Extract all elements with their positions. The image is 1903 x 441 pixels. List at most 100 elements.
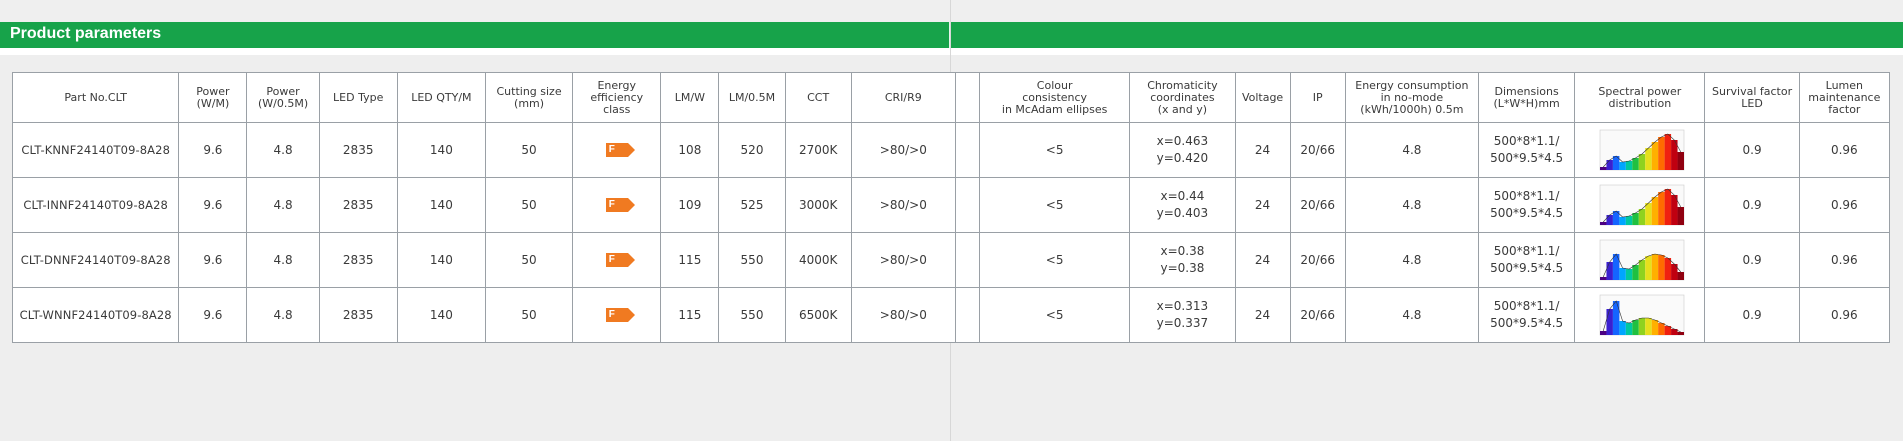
lm-per-w-cell: 109 (660, 177, 720, 233)
spectrum-band (1638, 154, 1646, 170)
spectrum-band (1657, 137, 1665, 170)
table-header-row: Part No.CLT Power (W/M) Power (W/0.5M) LED … (11, 72, 1891, 123)
header-cri-r9: CRI/R9 (850, 72, 956, 123)
header-chromaticity: Chromaticity coordinates (x and y) (1129, 72, 1236, 123)
chromaticity-cell: x=0.463 y=0.420 (1129, 122, 1236, 178)
power-per-half-m-cell: 4.8 (246, 232, 320, 288)
lumen-maintenance-cell: 0.96 (1798, 177, 1891, 233)
header-spectral-distribution: Spectral power distribution (1574, 72, 1706, 123)
spectrum-band (1677, 152, 1684, 170)
spectrum-band (1677, 332, 1684, 335)
header-lm-per-w: LM/W (660, 72, 720, 123)
energy-class-badge: F (605, 198, 635, 212)
spectrum-band (1632, 213, 1639, 225)
energy-consumption-cell: 4.8 (1344, 232, 1480, 288)
spectral-distribution-cell (1574, 122, 1706, 178)
power-per-half-m-cell: 4.8 (246, 177, 320, 233)
power-per-m-cell: 9.6 (178, 232, 248, 288)
spectrum-chart-warm (1599, 184, 1685, 226)
spectrum-band (1619, 162, 1626, 170)
spectrum-band (1632, 265, 1639, 280)
energy-class-cell: F (572, 232, 662, 288)
survival-factor-cell: 0.9 (1704, 287, 1800, 343)
spectrum-band (1657, 255, 1665, 280)
spectrum-band (1638, 209, 1646, 225)
lm-per-w-cell: 115 (660, 287, 720, 343)
spectrum-band (1619, 268, 1626, 280)
spectrum-band (1599, 167, 1607, 170)
spectrum-band (1638, 260, 1646, 280)
led-qty-cell: 140 (396, 122, 486, 178)
energy-class-cell: F (572, 287, 662, 343)
spectrum-band (1599, 277, 1607, 280)
dimensions-cell: 500*8*1.1/ 500*9.5*4.5 (1478, 122, 1576, 178)
spectrum-band (1606, 309, 1613, 335)
spectrum-band (1651, 254, 1658, 280)
spectrum-band (1599, 331, 1607, 335)
lm-per-w-cell: 108 (660, 122, 720, 178)
power-per-m-cell: 9.6 (178, 122, 248, 178)
energy-class-cell: F (572, 122, 662, 178)
mcadam-cell: <5 (978, 122, 1131, 178)
led-qty-cell: 140 (396, 232, 486, 288)
header-power-per-m: Power (W/M) (178, 72, 248, 123)
cct-cell: 4000K (784, 232, 852, 288)
product-parameters-table: Part No.CLT Power (W/M) Power (W/0.5M) LED … (11, 72, 1891, 343)
table-row: CLT-DNNF24140T09-8A28 9.6 4.8 2835 140 50 F 115… (11, 232, 1891, 288)
cri-r9-cell: >80/>0 (850, 287, 956, 343)
chromaticity-cell: x=0.313 y=0.337 (1129, 287, 1236, 343)
ip-cell: 20/66 (1289, 177, 1346, 233)
cct-cell: 6500K (784, 287, 852, 343)
mcadam-cell: <5 (978, 287, 1131, 343)
spectrum-band (1612, 301, 1620, 335)
spectrum-band (1657, 323, 1665, 335)
dimensions-cell: 500*8*1.1/ 500*9.5*4.5 (1478, 287, 1576, 343)
spectrum-band (1664, 134, 1671, 170)
header-voltage: Voltage (1234, 72, 1291, 123)
header-fold-gap (954, 72, 980, 123)
spectrum-band (1651, 197, 1658, 225)
power-per-m-cell: 9.6 (178, 177, 248, 233)
top-strip (0, 0, 1903, 22)
lm-per-w-cell: 115 (660, 232, 720, 288)
spectrum-band (1625, 323, 1633, 335)
voltage-cell: 24 (1234, 287, 1291, 343)
voltage-cell: 24 (1234, 232, 1291, 288)
spectrum-band (1651, 142, 1658, 170)
header-power-per-half-m: Power (W/0.5M) (246, 72, 320, 123)
voltage-cell: 24 (1234, 177, 1291, 233)
survival-factor-cell: 0.9 (1704, 122, 1800, 178)
spectrum-band (1625, 161, 1633, 170)
energy-class-label: F (608, 144, 615, 155)
energy-class-badge: F (605, 143, 635, 157)
spectrum-band (1677, 207, 1684, 225)
spectrum-chart-cool (1599, 294, 1685, 336)
spectrum-chart-neutral (1599, 239, 1685, 281)
led-type-cell: 2835 (318, 122, 398, 178)
power-per-half-m-cell: 4.8 (246, 287, 320, 343)
spectrum-band (1619, 217, 1626, 225)
energy-consumption-cell: 4.8 (1344, 287, 1480, 343)
header-led-qty: LED QTY/M (396, 72, 486, 123)
energy-consumption-cell: 4.8 (1344, 122, 1480, 178)
spectrum-band (1606, 262, 1613, 280)
lm-per-half-m-cell: 550 (718, 287, 786, 343)
energy-class-cell: F (572, 177, 662, 233)
led-type-cell: 2835 (318, 287, 398, 343)
lm-per-half-m-cell: 525 (718, 177, 786, 233)
cct-cell: 3000K (784, 177, 852, 233)
cutting-size-cell: 50 (484, 287, 574, 343)
header-cct: CCT (784, 72, 852, 123)
header-survival-factor: Survival factor LED (1704, 72, 1800, 123)
led-qty-cell: 140 (396, 287, 486, 343)
chromaticity-cell: x=0.44 y=0.403 (1129, 177, 1236, 233)
led-type-cell: 2835 (318, 232, 398, 288)
spectrum-band (1632, 158, 1639, 170)
fold-gap-cell (954, 232, 980, 288)
spectrum-band (1625, 216, 1633, 225)
fold-gap-cell (954, 122, 980, 178)
spectrum-band (1606, 215, 1613, 225)
ip-cell: 20/66 (1289, 232, 1346, 288)
lm-per-half-m-cell: 550 (718, 232, 786, 288)
lumen-maintenance-cell: 0.96 (1798, 122, 1891, 178)
